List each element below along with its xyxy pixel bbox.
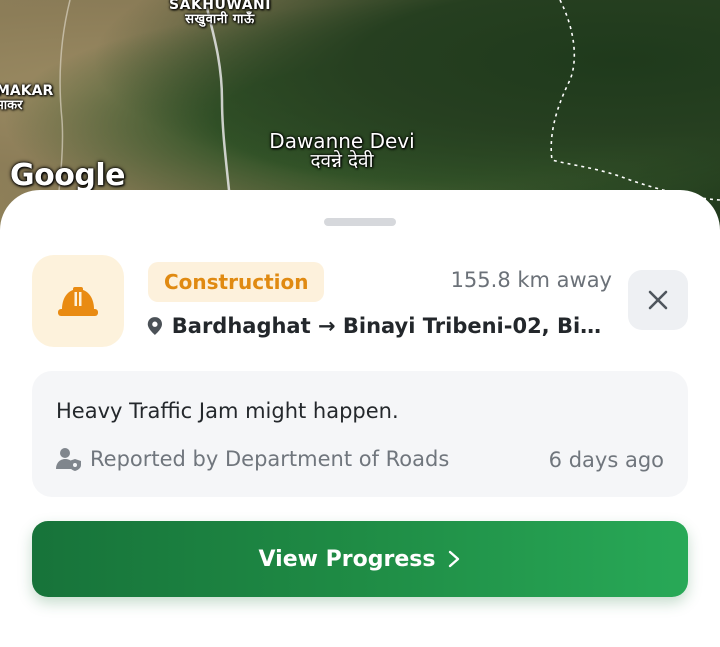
view-progress-label: View Progress	[258, 546, 436, 572]
route-text: Bardhaghat → Binayi Tribeni-02, Binayi T…	[171, 314, 616, 338]
location-pin-icon	[147, 317, 162, 335]
route-info: Bardhaghat → Binayi Tribeni-02, Binayi T…	[146, 314, 616, 338]
category-icon-container	[32, 255, 124, 347]
close-icon	[648, 290, 668, 310]
reporter-row: Reported by Department of Roads	[56, 447, 449, 471]
google-attribution: Google	[10, 158, 125, 193]
category-badge: Construction	[148, 262, 325, 302]
distance-text: 155.8 km away	[450, 268, 612, 292]
view-progress-button[interactable]: View Progress	[32, 521, 688, 597]
map-label-dawanne-devi: Dawanne Devi दवन्ने देवी	[262, 131, 422, 172]
sheet-drag-handle[interactable]	[324, 218, 396, 226]
map-label-sakhuwani-ne: सखुवानी गाऊँ	[185, 11, 255, 27]
map-label-sakhuwani-en: SAKHUWANI	[169, 0, 271, 13]
map-label-makar-ne: माकर	[0, 97, 23, 113]
reported-time: 6 days ago	[548, 448, 664, 472]
incident-details-card: Heavy Traffic Jam might happen. Reported…	[32, 371, 688, 497]
incident-description: Heavy Traffic Jam might happen.	[56, 399, 399, 423]
map-label-makar-en: MAKAR	[0, 83, 54, 99]
map-label-dawanne-en: Dawanne Devi	[269, 129, 415, 153]
map-label-sakhuwani: SAKHUWANI सखुवानी गाऊँ	[160, 0, 280, 26]
incident-bottom-sheet: Construction 155.8 km away Bardhaghat → …	[0, 190, 720, 647]
chevron-right-icon	[449, 550, 460, 568]
map-label-makar: MAKAR माकर	[0, 84, 56, 112]
hard-hat-icon	[58, 287, 98, 316]
close-button[interactable]	[628, 270, 688, 330]
verified-user-icon	[56, 448, 81, 471]
map-label-dawanne-ne: दवन्ने देवी	[310, 150, 374, 172]
reporter-text: Reported by Department of Roads	[90, 447, 450, 471]
